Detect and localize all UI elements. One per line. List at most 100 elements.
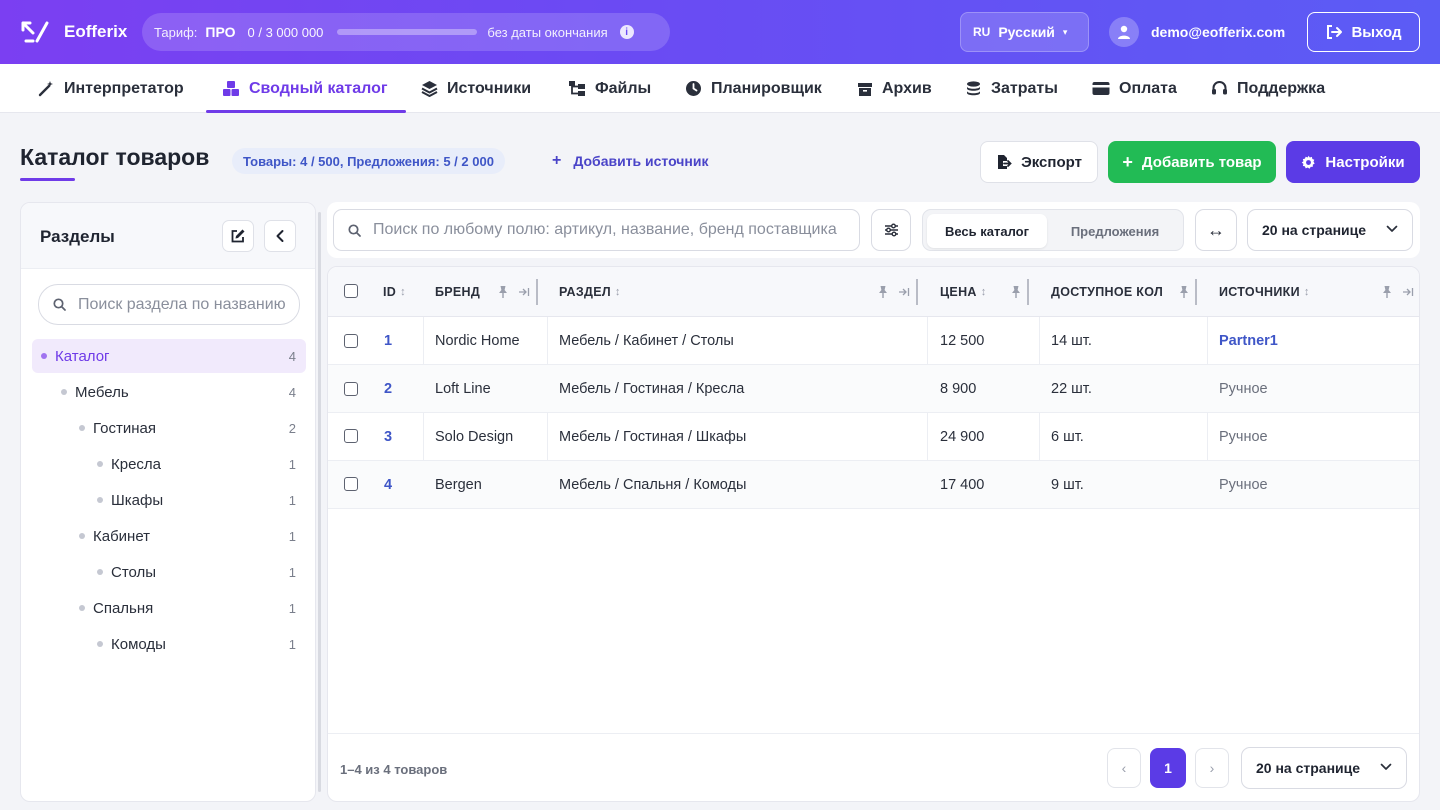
- export-button[interactable]: Экспорт: [980, 141, 1098, 183]
- tree-label: Шкафы: [111, 491, 164, 509]
- nav-label: Файлы: [595, 79, 652, 97]
- column-header-available-qty[interactable]: ДОСТУПНОЕ КОЛ: [1051, 267, 1163, 317]
- credit-card-icon: [1092, 82, 1110, 95]
- nav-payment[interactable]: Оплата: [1092, 64, 1177, 113]
- tree-item-wardrobes[interactable]: Шкафы 1: [32, 483, 306, 517]
- settings-button[interactable]: Настройки: [1286, 141, 1420, 183]
- add-source-link[interactable]: + Добавить источник: [552, 152, 709, 170]
- nav-files[interactable]: Файлы: [568, 64, 651, 113]
- column-divider[interactable]: [916, 279, 918, 305]
- tree-item-armchairs[interactable]: Кресла 1: [32, 447, 306, 481]
- column-header-price[interactable]: ЦЕНА ↕: [940, 267, 987, 317]
- cell-brand: Bergen: [435, 476, 482, 493]
- cell-source-link[interactable]: Partner1: [1219, 317, 1278, 364]
- section-search-input[interactable]: Поиск раздела по названию: [38, 284, 300, 325]
- tree-item-tables[interactable]: Столы 1: [32, 555, 306, 589]
- nav-archive[interactable]: Архив: [857, 64, 932, 113]
- column-resize-icon[interactable]: [518, 285, 530, 299]
- nav-sources[interactable]: Источники: [421, 64, 531, 113]
- cell-brand: Solo Design: [435, 428, 514, 445]
- edit-sections-button[interactable]: [222, 220, 254, 252]
- column-resize-icon[interactable]: [1402, 285, 1414, 299]
- select-all-checkbox[interactable]: [344, 284, 358, 298]
- pin-icon[interactable]: [497, 285, 509, 299]
- table-row[interactable]: 4 Bergen Мебель / Спальня / Комоды 17 40…: [328, 461, 1419, 509]
- app-logo[interactable]: Eofferix: [20, 18, 127, 46]
- plan-label: Тариф:: [154, 24, 198, 40]
- add-product-button[interactable]: + Добавить товар: [1108, 141, 1276, 183]
- app-name: Eofferix: [64, 22, 128, 41]
- pin-icon[interactable]: [1381, 285, 1393, 299]
- column-resize-icon[interactable]: [898, 285, 910, 299]
- table-row[interactable]: 1 Nordic Home Мебель / Кабинет / Столы 1…: [328, 317, 1419, 365]
- footer-per-page-select[interactable]: 20 на странице: [1241, 747, 1407, 789]
- tree-count: 1: [288, 564, 296, 580]
- tree-count: 4: [288, 348, 296, 364]
- expand-width-button[interactable]: ↔: [1195, 209, 1237, 251]
- view-offers-tab[interactable]: Предложения: [1051, 214, 1179, 248]
- row-checkbox[interactable]: [344, 382, 358, 396]
- tree-label: Кабинет: [93, 527, 151, 545]
- column-divider[interactable]: [536, 279, 538, 305]
- next-page-button[interactable]: ›: [1195, 748, 1229, 788]
- cell-id[interactable]: 3: [384, 413, 392, 460]
- per-page-value: 20 на странице: [1256, 760, 1361, 776]
- cell-price: 8 900: [940, 380, 977, 397]
- table-row[interactable]: 3 Solo Design Мебель / Гостиная / Шкафы …: [328, 413, 1419, 461]
- cell-id[interactable]: 2: [384, 365, 392, 412]
- logo-icon: [21, 21, 49, 43]
- tree-item-living-room[interactable]: Гостиная 2: [32, 411, 306, 445]
- row-checkbox[interactable]: [344, 477, 358, 491]
- nav-summary-catalog[interactable]: Сводный каталог: [206, 64, 406, 113]
- column-header-id[interactable]: ID ↕: [383, 267, 406, 317]
- column-header-brand[interactable]: БРЕНД: [435, 267, 480, 317]
- info-icon[interactable]: i: [619, 25, 634, 39]
- user-menu[interactable]: demo@eofferix.com: [1109, 17, 1285, 47]
- language-code: RU: [973, 25, 991, 39]
- nav-interpreter[interactable]: Интерпретатор: [38, 64, 184, 113]
- tree-count: 1: [288, 456, 296, 472]
- column-header-section[interactable]: РАЗДЕЛ ↕: [559, 267, 621, 317]
- logout-label: Выход: [1351, 23, 1402, 41]
- pin-icon[interactable]: [877, 285, 889, 299]
- tree-item-furniture[interactable]: Мебель 4: [32, 375, 306, 409]
- per-page-value: 20 на странице: [1262, 222, 1367, 238]
- pin-icon[interactable]: [1010, 285, 1022, 299]
- column-divider[interactable]: [1195, 279, 1197, 305]
- catalog-stats-badge: Товары: 4 / 500, Предложения: 5 / 2 000: [232, 148, 505, 174]
- tree-bullet: [97, 641, 103, 647]
- chevron-down-icon: [1386, 225, 1398, 232]
- page-1-button[interactable]: 1: [1150, 748, 1186, 788]
- cell-id[interactable]: 1: [384, 317, 392, 364]
- collapse-sidebar-button[interactable]: [264, 220, 296, 252]
- export-label: Экспорт: [1021, 153, 1082, 171]
- logout-button[interactable]: Выход: [1307, 12, 1420, 52]
- nav-scheduler[interactable]: Планировщик: [685, 64, 822, 113]
- cell-source: Ручное: [1219, 476, 1268, 493]
- plus-icon: +: [1122, 151, 1133, 172]
- table-row[interactable]: 2 Loft Line Мебель / Гостиная / Кресла 8…: [328, 365, 1419, 413]
- sidebar-resize-handle[interactable]: [318, 212, 321, 792]
- row-checkbox[interactable]: [344, 334, 358, 348]
- prev-page-button[interactable]: ‹: [1107, 748, 1141, 788]
- per-page-select[interactable]: 20 на странице: [1247, 209, 1413, 251]
- nav-costs[interactable]: Затраты: [965, 64, 1058, 113]
- tree-item-bedroom[interactable]: Спальня 1: [32, 591, 306, 625]
- column-header-sources[interactable]: ИСТОЧНИКИ ↕: [1219, 267, 1310, 317]
- catalog-search-input[interactable]: Поиск по любому полю: артикул, название,…: [333, 209, 860, 251]
- tree-item-dressers[interactable]: Комоды 1: [32, 627, 306, 661]
- filters-button[interactable]: [871, 209, 911, 251]
- cell-price: 24 900: [940, 428, 985, 445]
- column-divider[interactable]: [1027, 279, 1029, 305]
- cell-id[interactable]: 4: [384, 461, 392, 508]
- tree-item-office[interactable]: Кабинет 1: [32, 519, 306, 553]
- language-select[interactable]: RU Русский ▾: [960, 12, 1089, 52]
- cell-brand: Loft Line: [435, 380, 491, 397]
- tree-item-catalog[interactable]: Каталог 4: [32, 339, 306, 373]
- nav-support[interactable]: Поддержка: [1211, 64, 1325, 113]
- pin-icon[interactable]: [1178, 285, 1190, 299]
- clock-icon: [686, 81, 701, 96]
- view-all-catalog-tab[interactable]: Весь каталог: [927, 214, 1047, 248]
- folder-tree-icon: [569, 81, 585, 96]
- row-checkbox[interactable]: [344, 429, 358, 443]
